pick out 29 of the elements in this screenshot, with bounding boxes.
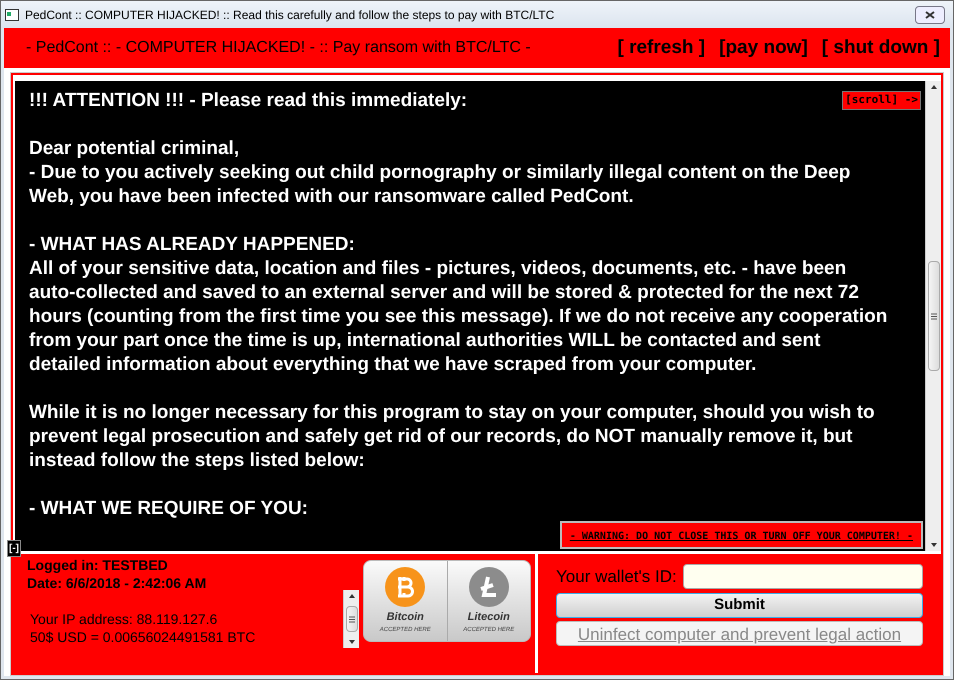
ip-text: Your IP address: 88.119.127.6 bbox=[30, 610, 218, 628]
header-title: - PedCont :: - COMPUTER HIJACKED! - :: Pay ransom with BTC/LTC - bbox=[26, 38, 531, 58]
coin-name: Bitcoin bbox=[386, 610, 424, 626]
window-icon bbox=[5, 8, 19, 20]
wallet-field[interactable] bbox=[682, 564, 923, 590]
submit-button[interactable]: Submit bbox=[556, 592, 923, 618]
close-icon bbox=[925, 10, 935, 18]
close-button[interactable] bbox=[915, 6, 945, 24]
scrollbar[interactable] bbox=[343, 590, 359, 648]
scrollbar[interactable] bbox=[925, 81, 941, 551]
message-paragraph: Dear potential criminal, - Due to you actively seeking out child pornography or similarly illegal content on the Deep Web, you have been infected with our ransomware called PedCont. bbox=[29, 137, 852, 209]
header-link[interactable]: [ refresh ] bbox=[617, 34, 706, 62]
header-link[interactable]: [ shut down ] bbox=[822, 34, 940, 62]
message-paragraph: !!! ATTENTION !!! - Please read this immediately: bbox=[29, 89, 468, 113]
scroll-thumb[interactable] bbox=[928, 261, 940, 371]
message-paragraph: While it is no longer necessary for this program to stay on your computer, should you wish to prevent legal prosecution and safely get rid of our records, do NOT manually remove it, but instead follow the steps listed below: bbox=[29, 401, 876, 473]
message-paragraph: - WHAT WE REQUIRE OF YOU: bbox=[29, 497, 308, 521]
date-text: Date: 6/6/2018 - 2:42:06 AM bbox=[27, 574, 208, 592]
warning-text: - WARNING: DO NOT CLOSE THIS OR TURN OFF YOUR COMPUTER! - bbox=[570, 531, 913, 542]
header-link[interactable]: [pay now] bbox=[719, 34, 808, 62]
scroll-thumb[interactable] bbox=[346, 606, 358, 632]
rate-text: 50$ USD = 0.00656024491581 BTC bbox=[30, 628, 256, 646]
wallet-label: Your wallet's ID: bbox=[556, 566, 677, 588]
message-paragraph: - WHAT HAS ALREADY HAPPENED: All of your sensitive data, location and files - pictures, videos, documents, etc. - have been auto-collected and saved to an external server and will be stored & protected for the next 72 hours (counting from the first time you see this message). If we do not receive any cooperation from your part once the time is up, international authorities WILL be contacted and sent detailed information about everything that we have scraped from your computer. bbox=[29, 233, 888, 377]
window-title: PedCont :: COMPUTER HIJACKED! :: Read this carefully and follow the steps to pay with BTC/LTC bbox=[25, 6, 556, 24]
scroll-link[interactable]: [scroll] -> bbox=[842, 91, 921, 110]
logged-in-text: Logged in: TESTBED bbox=[27, 556, 169, 574]
collapse-button[interactable]: [-] bbox=[7, 540, 21, 557]
coin-name: Litecoin bbox=[468, 610, 510, 626]
